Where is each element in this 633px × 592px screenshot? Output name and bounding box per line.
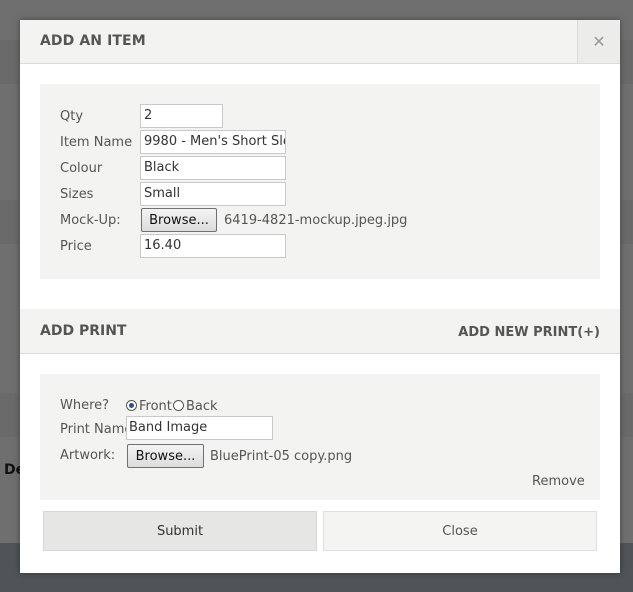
mockup-label: Mock-Up:	[60, 213, 121, 228]
artwork-file-name: BluePrint-05 copy.png	[210, 449, 353, 464]
sizes-input[interactable]: Small	[140, 182, 286, 206]
remove-print-link[interactable]: Remove	[532, 474, 585, 489]
price-input[interactable]: 16.40	[140, 234, 286, 258]
print-name-input[interactable]: Band Image	[126, 416, 273, 440]
artwork-browse-button[interactable]: Browse...	[127, 444, 204, 468]
print-form-panel: Where? Front Back Print Name Band Image …	[40, 374, 600, 500]
mockup-browse-button[interactable]: Browse...	[141, 208, 217, 232]
close-icon[interactable]: ✕	[577, 20, 620, 63]
price-label: Price	[60, 239, 92, 254]
colour-label: Colour	[60, 161, 103, 176]
sizes-label: Sizes	[60, 187, 94, 202]
add-item-modal: ADD AN ITEM ✕ Qty 2 Item Name 9980 - Men…	[20, 20, 620, 573]
qty-input[interactable]: 2	[140, 104, 223, 128]
item-form-panel: Qty 2 Item Name 9980 - Men's Short Sleev…	[40, 84, 600, 279]
artwork-label: Artwork:	[60, 448, 116, 463]
add-new-print-link[interactable]: ADD NEW PRINT(+)	[458, 325, 600, 340]
item-name-label: Item Name	[60, 135, 133, 150]
back-radio-label[interactable]: Back	[186, 399, 218, 414]
add-print-header: ADD PRINT ADD NEW PRINT(+)	[20, 309, 620, 354]
add-print-title: ADD PRINT	[40, 323, 127, 339]
submit-button[interactable]: Submit	[43, 511, 317, 551]
modal-header: ADD AN ITEM ✕	[20, 20, 620, 64]
where-label: Where?	[60, 398, 110, 413]
modal-title: ADD AN ITEM	[40, 33, 146, 49]
back-radio[interactable]	[173, 400, 184, 411]
front-radio[interactable]	[126, 400, 137, 411]
front-radio-label[interactable]: Front	[139, 399, 172, 414]
print-name-label: Print Name	[60, 422, 133, 437]
item-name-input[interactable]: 9980 - Men's Short Sleev	[140, 130, 286, 154]
colour-input[interactable]: Black	[140, 156, 286, 180]
close-button[interactable]: Close	[323, 511, 597, 551]
qty-label: Qty	[60, 109, 84, 124]
mockup-file-name: 6419-4821-mockup.jpeg.jpg	[224, 213, 408, 228]
